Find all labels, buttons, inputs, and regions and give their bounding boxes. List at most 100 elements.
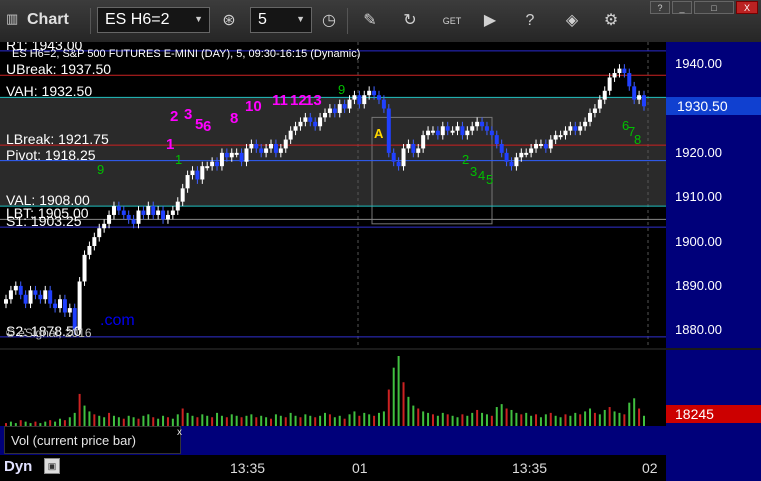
candle-body [622, 68, 627, 74]
volume-bar [93, 414, 96, 426]
price-tick: 1940.00 [675, 56, 722, 72]
help-circle-icon[interactable]: ? [518, 9, 542, 33]
lock-icon[interactable]: ▣ [44, 458, 60, 474]
volume-bar [476, 409, 479, 426]
candle-body [538, 144, 543, 146]
volume-bar [623, 414, 626, 426]
volume-pane[interactable] [0, 350, 666, 426]
candle-body [92, 237, 97, 246]
candle-body [254, 144, 259, 149]
price-axis[interactable]: 1880.00 1890.00 1900.00 1910.00 1920.00 1930.… [666, 42, 761, 348]
volume-bar [643, 415, 645, 426]
volume-bar [358, 415, 361, 426]
volume-bar [422, 411, 425, 426]
last-volume-badge: 18245 [666, 405, 761, 423]
candle-body [62, 299, 67, 313]
candle-body [82, 254, 87, 282]
candle-body [121, 210, 126, 215]
volume-bar [584, 411, 587, 426]
candle-body [28, 290, 33, 304]
interval-combobox[interactable]: 5 ▼ [250, 7, 312, 33]
candle-body [190, 170, 195, 176]
volume-bar [314, 417, 317, 426]
candle-body [396, 161, 401, 167]
symbol-combobox[interactable]: ES H6=2 ▼ [97, 7, 210, 33]
candle-body [475, 121, 480, 127]
candle-body [352, 95, 357, 100]
volume-bar [68, 417, 71, 426]
candle-body [342, 104, 347, 109]
volume-bar [500, 404, 503, 426]
marker-a: A [374, 126, 384, 141]
time-axis[interactable]: 13:35 01 13:35 02 [0, 455, 666, 481]
candle-body [23, 294, 28, 304]
candle-body [288, 130, 293, 140]
copyright: © eSignal, 2016 [6, 326, 92, 340]
symbol-value: ES H6=2 [105, 11, 170, 28]
count-label-magenta: 2 [170, 108, 179, 125]
dynamic-label[interactable]: Dyn [4, 458, 32, 475]
price-plot[interactable]: ES H6=2, S&P 500 FUTURES E-MINI (DAY), 5… [0, 42, 666, 348]
time-tick: 01 [352, 460, 368, 476]
candle-body [514, 157, 519, 167]
candle-body [4, 299, 8, 304]
candle-body [411, 144, 416, 153]
candle-body [180, 188, 185, 202]
get-icon[interactable]: GET [440, 9, 464, 33]
candle-body [205, 166, 210, 169]
volume-bar [485, 414, 488, 426]
candle-body [602, 90, 607, 100]
window-close-button[interactable]: X [736, 1, 758, 14]
volume-bar [319, 415, 322, 426]
volume-bar [270, 418, 273, 426]
volume-bar [446, 414, 449, 426]
window-maximize-button[interactable]: □ [694, 1, 734, 14]
window-help-button[interactable]: ? [650, 1, 670, 14]
volume-bar [466, 415, 469, 426]
volume-bar [603, 409, 606, 426]
tag-icon[interactable]: ◈ [560, 9, 584, 33]
candle-body [504, 152, 509, 162]
volume-bar [181, 408, 184, 426]
play-icon[interactable]: ▶ [478, 9, 502, 33]
volume-bar [368, 414, 371, 426]
volume-bar [412, 405, 415, 426]
volume-legend[interactable]: Vol (current price bar) x [4, 426, 182, 454]
pencil-icon[interactable]: ✎ [358, 9, 382, 33]
volume-bar [593, 412, 596, 426]
candle-body [170, 210, 175, 215]
candle-body [465, 130, 470, 136]
clock-icon[interactable]: ◷ [317, 9, 341, 33]
link-icon[interactable]: ⊛ [217, 9, 241, 33]
candle-body [273, 144, 278, 153]
volume-bar [559, 417, 562, 426]
close-icon[interactable]: x [177, 427, 182, 438]
window-minimize-button[interactable]: _ [672, 1, 692, 14]
candle-body [455, 126, 460, 131]
volume-bar [240, 417, 243, 426]
candle-body [151, 206, 156, 215]
candle-body [195, 170, 200, 180]
window-title: Chart [27, 11, 69, 28]
volume-bar [255, 417, 258, 426]
volume-bar [554, 415, 557, 426]
time-tick: 13:35 [230, 460, 266, 476]
candle-body [592, 108, 597, 113]
chevron-down-icon: ▼ [296, 14, 305, 24]
settings-icon[interactable]: ⚙ [599, 9, 623, 33]
candle-body [215, 161, 220, 167]
volume-bar [638, 408, 641, 426]
candle-body [337, 104, 342, 113]
volume-bar [579, 414, 582, 426]
volume-bar [147, 414, 150, 426]
candle-body [381, 99, 386, 109]
refresh-icon[interactable]: ↻ [398, 9, 422, 33]
volume-bar [206, 415, 209, 426]
candle-body [111, 206, 116, 215]
volume-bar [152, 417, 155, 426]
candle-body [543, 144, 548, 149]
count-label-magenta: 1 [166, 136, 175, 153]
chart-app-icon[interactable]: ▥ [6, 11, 18, 27]
volume-bar [495, 407, 498, 426]
volume-bar [324, 412, 326, 426]
